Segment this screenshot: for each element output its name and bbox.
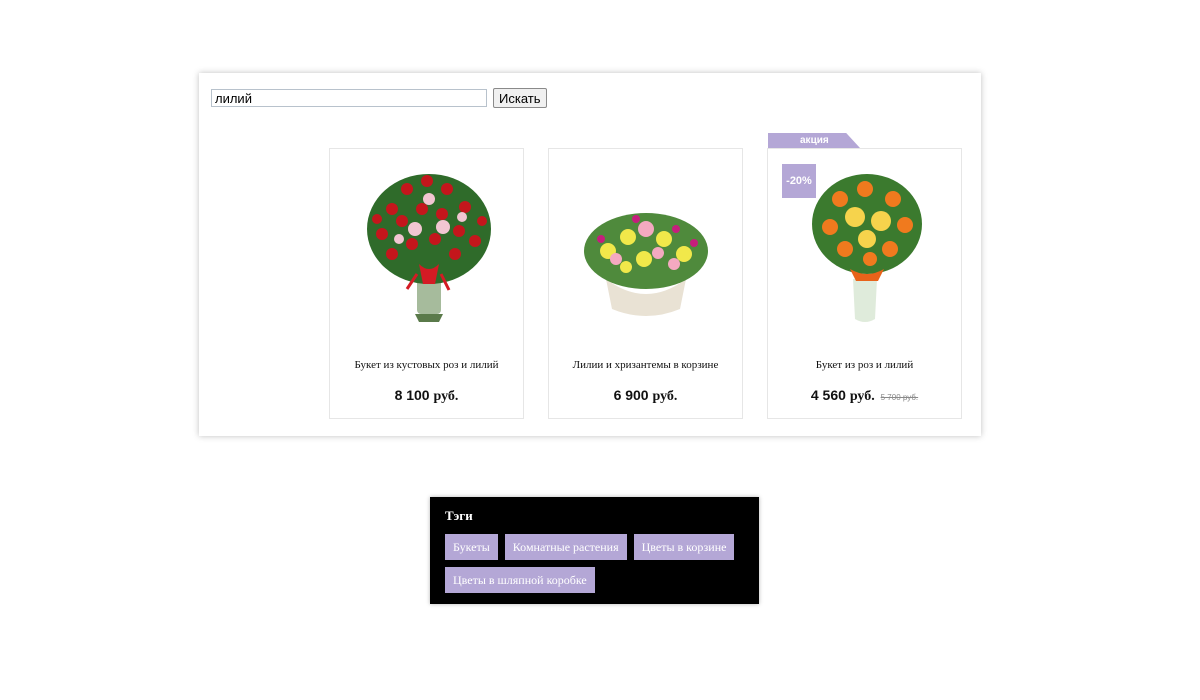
tag-link[interactable]: Цветы в корзине xyxy=(633,534,735,560)
product-name[interactable]: Лилии и хризантемы в корзине xyxy=(549,359,742,371)
product-image-lilies-basket[interactable] xyxy=(566,159,726,334)
tags-widget: Тэги Букеты Комнатные растения Цветы в к… xyxy=(430,497,759,604)
search-button[interactable]: Искать xyxy=(493,88,547,108)
price-value: 6 900 xyxy=(613,387,649,403)
product-image-roses-lilies[interactable] xyxy=(347,159,507,334)
old-price: 5 700 руб. xyxy=(880,393,919,402)
discount-badge: -20% xyxy=(782,164,816,198)
price-currency: руб. xyxy=(652,389,678,404)
tags-list: Букеты Комнатные растения Цветы в корзин… xyxy=(445,534,755,600)
product-price: 6 900 руб. xyxy=(549,387,742,405)
tag-link[interactable]: Цветы в шляпной коробке xyxy=(445,567,595,593)
search-form: Искать xyxy=(211,88,547,108)
search-input[interactable] xyxy=(211,89,487,107)
product-price: 4 560 руб. 5 700 руб. xyxy=(768,387,961,405)
product-name[interactable]: Букет из роз и лилий xyxy=(768,359,961,371)
tag-link[interactable]: Букеты xyxy=(445,534,498,560)
search-results-panel: Искать Букет из кустовых роз и лилий xyxy=(199,73,981,436)
price-value: 8 100 xyxy=(394,387,430,403)
sale-ribbon: акция xyxy=(768,133,860,148)
product-card[interactable]: Букет из кустовых роз и лилий 8 100 руб. xyxy=(329,148,524,419)
product-card[interactable]: -20% Букет из роз и лилий 4 560 руб. 5 7… xyxy=(767,148,962,419)
product-card[interactable]: Лилии и хризантемы в корзине 6 900 руб. xyxy=(548,148,743,419)
price-value: 4 560 xyxy=(810,387,846,403)
price-currency: руб. xyxy=(849,389,875,404)
product-name[interactable]: Букет из кустовых роз и лилий xyxy=(330,359,523,371)
product-price: 8 100 руб. xyxy=(330,387,523,405)
tag-link[interactable]: Комнатные растения xyxy=(504,534,627,560)
tags-title: Тэги xyxy=(445,508,473,523)
price-currency: руб. xyxy=(433,389,459,404)
